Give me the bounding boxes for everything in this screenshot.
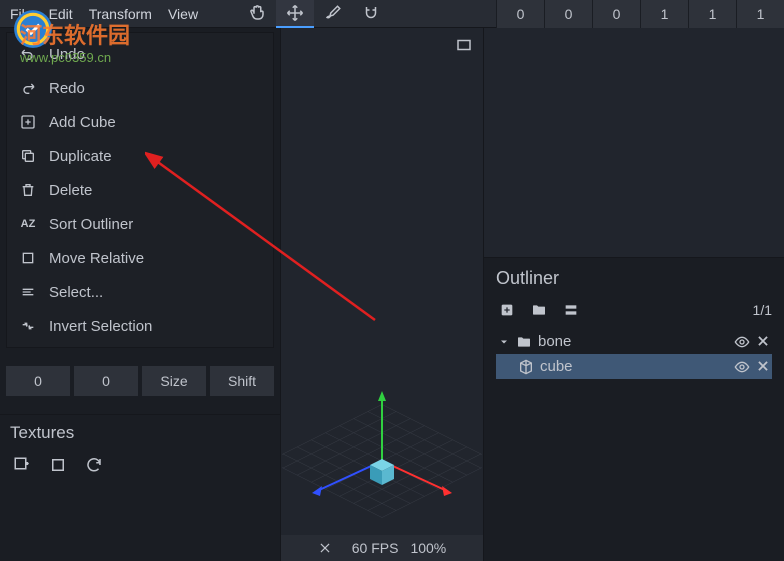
delete-item-icon[interactable] bbox=[756, 334, 770, 350]
sort-icon: AZ bbox=[19, 215, 37, 233]
viewport-3d[interactable]: 60 FPS 100% bbox=[280, 28, 484, 561]
tree-bone-row[interactable]: bone bbox=[496, 329, 772, 354]
add-folder-icon[interactable] bbox=[528, 299, 550, 321]
outliner-count: 1/1 bbox=[753, 302, 772, 318]
undo-icon bbox=[19, 45, 37, 63]
value-box-4[interactable]: 1 bbox=[688, 0, 736, 28]
blank-texture-icon[interactable] bbox=[46, 453, 70, 477]
control-value-2[interactable]: 0 bbox=[74, 366, 138, 396]
menu-invert-selection[interactable]: Invert Selection bbox=[7, 309, 273, 343]
pan-tool-icon[interactable] bbox=[238, 0, 276, 28]
outliner-title: Outliner bbox=[496, 268, 772, 289]
value-box-2[interactable]: 0 bbox=[592, 0, 640, 28]
menu-move-relative-label: Move Relative bbox=[49, 250, 144, 267]
menu-edit[interactable]: Edit bbox=[41, 2, 81, 26]
menu-add-cube-label: Add Cube bbox=[49, 114, 116, 131]
value-box-3[interactable]: 1 bbox=[640, 0, 688, 28]
edit-dropdown: Undo Redo Add Cube Duplicate Delete AZ S… bbox=[6, 32, 274, 348]
menu-move-relative[interactable]: Move Relative bbox=[7, 241, 273, 275]
tree-cube-row[interactable]: cube bbox=[496, 354, 772, 379]
value-box-0[interactable]: 0 bbox=[496, 0, 544, 28]
add-texture-icon[interactable] bbox=[10, 453, 34, 477]
menu-invert-label: Invert Selection bbox=[49, 318, 152, 335]
reload-texture-icon[interactable] bbox=[82, 453, 106, 477]
viewport-grid bbox=[282, 341, 482, 521]
menu-sort-label: Sort Outliner bbox=[49, 216, 133, 233]
brush-tool-icon[interactable] bbox=[314, 0, 352, 28]
invert-icon bbox=[19, 317, 37, 335]
chevron-down-icon[interactable] bbox=[498, 336, 510, 348]
menu-duplicate[interactable]: Duplicate bbox=[7, 139, 273, 173]
menu-duplicate-label: Duplicate bbox=[49, 148, 112, 165]
menu-transform[interactable]: Transform bbox=[81, 2, 160, 26]
window-mode-icon[interactable] bbox=[455, 36, 473, 54]
value-box-1[interactable]: 0 bbox=[544, 0, 592, 28]
menu-select-label: Select... bbox=[49, 284, 103, 301]
cube-icon bbox=[518, 359, 534, 375]
menu-file[interactable]: File bbox=[2, 2, 41, 26]
list-view-icon[interactable] bbox=[560, 299, 582, 321]
visibility-icon[interactable] bbox=[734, 359, 750, 375]
menu-delete-label: Delete bbox=[49, 182, 92, 199]
menu-sort-outliner[interactable]: AZ Sort Outliner bbox=[7, 207, 273, 241]
cube-label: cube bbox=[540, 358, 573, 375]
close-icon[interactable] bbox=[318, 541, 332, 555]
menu-add-cube[interactable]: Add Cube bbox=[7, 105, 273, 139]
shift-button[interactable]: Shift bbox=[210, 366, 274, 396]
visibility-icon[interactable] bbox=[734, 334, 750, 350]
value-box-5[interactable]: 1 bbox=[736, 0, 784, 28]
plus-icon bbox=[19, 113, 37, 131]
folder-icon bbox=[516, 334, 532, 350]
size-button[interactable]: Size bbox=[142, 366, 206, 396]
textures-title: Textures bbox=[10, 423, 270, 443]
menu-select[interactable]: Select... bbox=[7, 275, 273, 309]
menu-redo-label: Redo bbox=[49, 80, 85, 97]
add-item-icon[interactable] bbox=[496, 299, 518, 321]
trash-icon bbox=[19, 181, 37, 199]
zoom-display: 100% bbox=[410, 540, 446, 556]
square-icon bbox=[19, 249, 37, 267]
bone-label: bone bbox=[538, 333, 571, 350]
menu-delete[interactable]: Delete bbox=[7, 173, 273, 207]
menu-view[interactable]: View bbox=[160, 2, 206, 26]
move-tool-icon[interactable] bbox=[276, 0, 314, 28]
magnet-tool-icon[interactable] bbox=[352, 0, 390, 28]
lines-icon bbox=[19, 283, 37, 301]
copy-icon bbox=[19, 147, 37, 165]
preview-panel bbox=[484, 28, 784, 258]
control-value-1[interactable]: 0 bbox=[6, 366, 70, 396]
fps-display: 60 FPS bbox=[352, 540, 399, 556]
redo-icon bbox=[19, 79, 37, 97]
menu-undo[interactable]: Undo bbox=[7, 37, 273, 71]
menu-redo[interactable]: Redo bbox=[7, 71, 273, 105]
menu-undo-label: Undo bbox=[49, 46, 85, 63]
delete-item-icon[interactable] bbox=[756, 359, 770, 375]
